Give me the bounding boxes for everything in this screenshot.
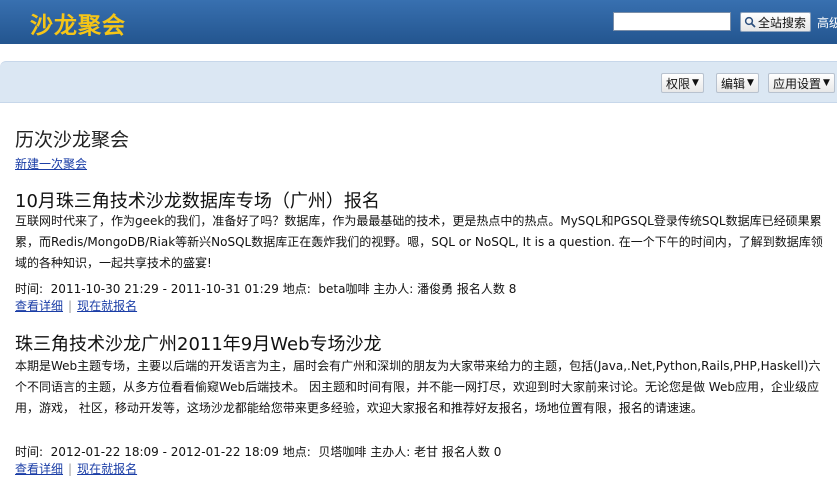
site-logo[interactable]: 沙龙聚会 [30,6,126,40]
view-details-link[interactable]: 查看详细 [15,462,63,476]
view-details-link[interactable]: 查看详细 [15,299,63,313]
event-actions: 查看详细 | 现在就报名 [15,297,137,314]
search-input[interactable] [613,12,731,31]
event-meta: 时间: 2011-10-30 21:29 - 2011-10-31 01:29 … [15,282,517,296]
event-meta: 时间: 2012-01-22 18:09 - 2012-01-22 18:09 … [15,445,502,459]
link-separator: | [68,299,73,313]
toolbar-bar [0,61,837,103]
search-button-label: 全站搜索 [758,15,807,30]
event-description: 本期是Web主题专场，主要以后端的开发语言为主，届时会有广州和深圳的朋友为大家带… [15,359,821,415]
edit-menu[interactable]: 编辑 ▼ [716,73,759,93]
edit-menu-label: 编辑 [721,76,746,91]
chevron-down-icon: ▼ [692,78,699,88]
app-settings-menu[interactable]: 应用设置 ▼ [768,73,835,93]
permissions-menu[interactable]: 权限 ▼ [661,73,704,93]
chevron-down-icon: ▼ [747,78,754,88]
permissions-menu-label: 权限 [666,76,691,91]
app-settings-menu-label: 应用设置 [773,76,822,91]
event-actions: 查看详细 | 现在就报名 [15,460,137,477]
search-icon [744,16,756,28]
chevron-down-icon: ▼ [823,78,830,88]
event-title[interactable]: 10月珠三角技术沙龙数据库专场（广州）报名 [15,187,380,213]
top-header: 沙龙聚会 全站搜索 高级 [0,0,837,44]
register-now-link[interactable]: 现在就报名 [77,462,137,476]
page-title: 历次沙龙聚会 [15,129,130,151]
link-separator: | [68,462,73,476]
register-now-link[interactable]: 现在就报名 [77,299,137,313]
event-title[interactable]: 珠三角技术沙龙广州2011年9月Web专场沙龙 [15,330,382,356]
advanced-search-link[interactable]: 高级 [817,14,837,31]
search-button[interactable]: 全站搜索 [740,12,811,32]
new-event-link[interactable]: 新建一次聚会 [15,155,87,172]
event-description: 互联网时代来了，作为geek的我们，准备好了吗？数据库，作为最最基础的技术，更是… [15,214,823,270]
